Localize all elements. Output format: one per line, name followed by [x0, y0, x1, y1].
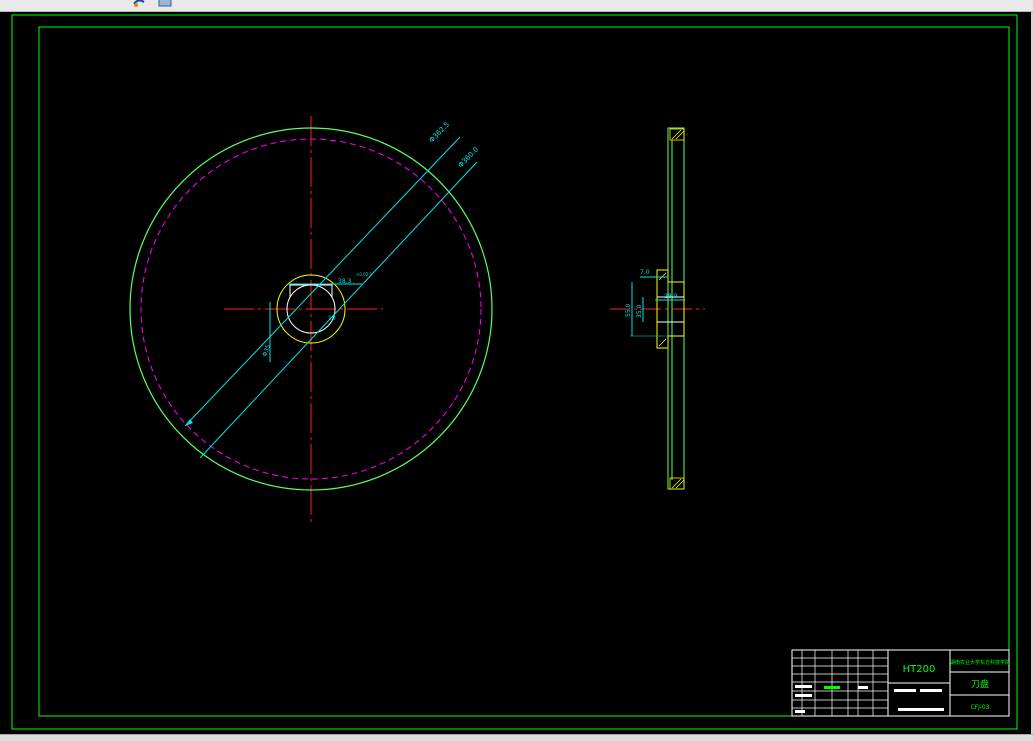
school-name-text: 湖南农业大学东方科技学院 [950, 659, 1010, 666]
dim-leader-inner [199, 161, 478, 459]
dim-text-hub-offset: 7.0 [640, 269, 650, 276]
dim-text-bore: Φ35 [261, 344, 272, 358]
drawing-frame [38, 26, 1010, 717]
dim-text-outer-dia: Φ362.5 [428, 120, 452, 144]
title-block[interactable]: HT200 湖南农业大学东方科技学院 刀盘 CFJ-03 [791, 649, 1010, 717]
dim-text-hub-width: 28.0 [664, 293, 678, 300]
arrow-head-outer [185, 419, 193, 426]
material-text: HT200 [903, 664, 936, 675]
front-view[interactable]: Φ362.5 Φ360.0 38.3 +0.02 0 Φ35 10 [129, 116, 493, 526]
dim-text-keyway-tol: +0.02 0 [356, 272, 373, 277]
drawing-sheet: Φ362.5 Φ360.0 38.3 +0.02 0 Φ35 10 7.0 28… [11, 14, 1018, 730]
dim-leader-outer [184, 136, 461, 427]
side-view[interactable]: 7.0 28.0 55.0 35.0 [610, 127, 705, 490]
layer-icon[interactable] [158, 0, 172, 8]
tb-highlight-bar [824, 686, 840, 689]
dim-text-inner-dia: Φ360.0 [457, 145, 481, 169]
dim-text-keyway: 38.3 [338, 278, 352, 285]
dim-text-hub-dia-2: 35.0 [636, 304, 643, 318]
revision-grid [792, 650, 888, 716]
app-toolbar [0, 0, 1033, 12]
undo-arrow-icon[interactable] [132, 0, 146, 8]
dim-text-hub-dia-1: 55.0 [625, 303, 632, 317]
tb-label-bar [795, 685, 812, 688]
part-name-text: 刀盘 [971, 678, 989, 690]
drawing-number-text: CFJ-03 [971, 704, 990, 711]
dim-text-small-hole: 10 [328, 315, 336, 322]
cad-drawing-canvas[interactable]: Φ362.5 Φ360.0 38.3 +0.02 0 Φ35 10 7.0 28… [0, 12, 1033, 734]
sheet-border [11, 14, 1018, 730]
